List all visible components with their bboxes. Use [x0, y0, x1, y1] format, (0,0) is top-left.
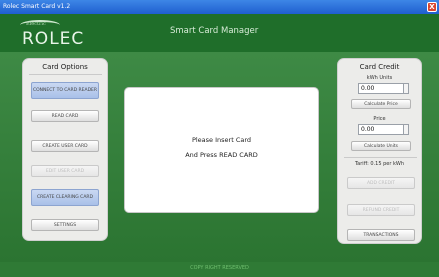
calculate-units-button[interactable]: Calculate Units — [351, 141, 411, 151]
message-panel: Please Insert Card And Press READ CARD — [124, 87, 319, 213]
price-input[interactable]: 0.00 — [358, 124, 404, 135]
transactions-button[interactable]: TRANSACTIONS — [347, 229, 415, 241]
add-credit-button[interactable]: ADD CREDIT — [347, 177, 415, 189]
card-credit-panel: Card Credit kWh Units 0.00 Calculate Pri… — [337, 58, 422, 244]
refund-credit-button[interactable]: REFUND CREDIT — [347, 204, 415, 216]
logo-subtext: Electric — [26, 21, 46, 27]
connect-card-reader-button[interactable]: CONNECT TO CARD READER — [31, 82, 99, 99]
footer-text: COPY RIGHT RESERVED — [190, 265, 249, 271]
tariff-label: Tariff: 0.15 per kWh — [354, 161, 405, 167]
create-user-card-button[interactable]: CREATE USER CARD — [31, 140, 99, 152]
card-options-title: Card Options — [42, 63, 88, 71]
card-options-panel: Card Options CONNECT TO CARD READER READ… — [22, 58, 108, 241]
price-spinner[interactable] — [404, 124, 409, 135]
insert-card-message: Please Insert Card — [191, 136, 252, 144]
read-card-button[interactable]: READ CARD — [31, 110, 99, 122]
divider — [29, 74, 102, 75]
app-title: Smart Card Manager — [170, 26, 259, 36]
settings-button[interactable]: SETTINGS — [31, 219, 99, 231]
kwh-units-spinner[interactable] — [404, 83, 409, 94]
edit-user-card-button[interactable]: EDIT USER CARD — [31, 165, 99, 177]
price-label: Price — [373, 116, 386, 122]
app-header: Electric ROLEC Smart Card Manager — [0, 14, 439, 52]
calculate-price-button[interactable]: Calculate Price — [351, 99, 411, 109]
kwh-units-input[interactable]: 0.00 — [358, 83, 404, 94]
card-credit-title: Card Credit — [359, 63, 400, 71]
divider — [344, 157, 417, 158]
window-title: Rolec Smart Card v1.2 — [3, 3, 71, 10]
press-read-card-message: And Press READ CARD — [185, 151, 258, 159]
logo: ROLEC — [22, 29, 85, 49]
close-icon[interactable]: X — [427, 2, 437, 12]
window-titlebar: Rolec Smart Card v1.2 X — [0, 0, 439, 14]
create-clearing-card-button[interactable]: CREATE CLEARING CARD — [31, 189, 99, 206]
footer: COPY RIGHT RESERVED — [0, 262, 439, 277]
kwh-units-label: kWh Units — [366, 75, 393, 81]
